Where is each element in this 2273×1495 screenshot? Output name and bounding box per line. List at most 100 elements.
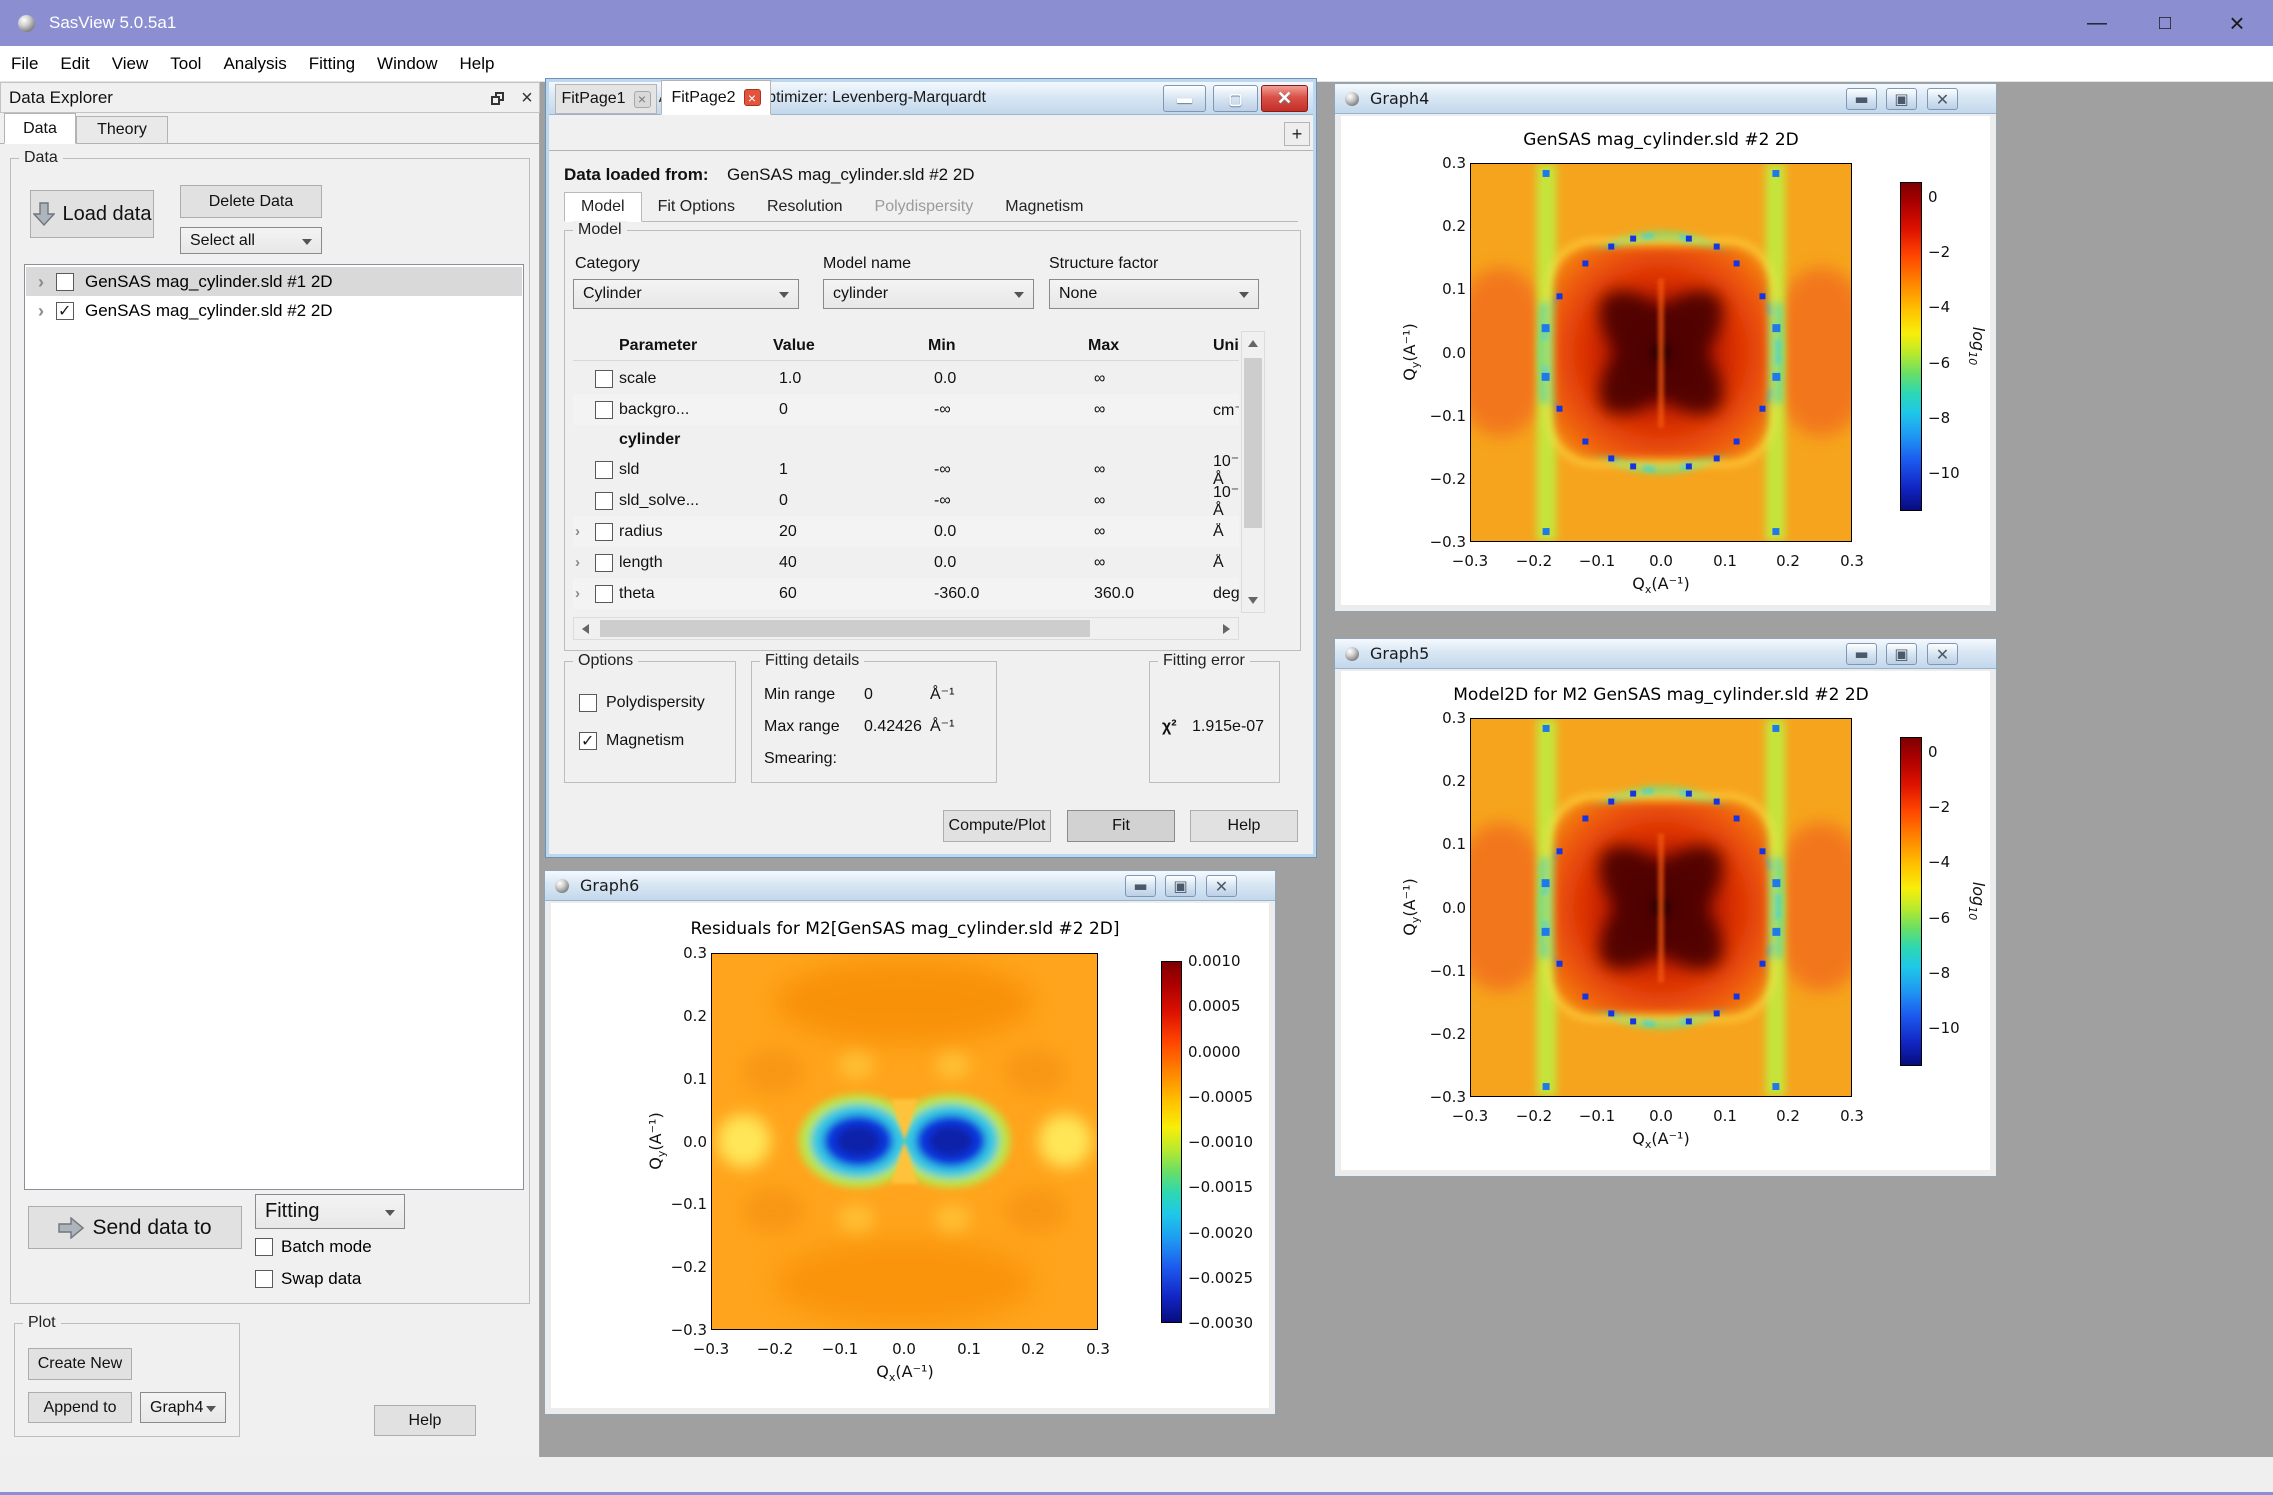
graph-close-button[interactable]: ✕ [1206,875,1237,897]
expand-icon[interactable]: › [38,302,44,320]
param-row-theta[interactable]: › theta 60 -360.0 360.0 degree [573,578,1239,609]
scroll-up-icon[interactable] [1248,340,1258,347]
tab-fitpage1[interactable]: FitPage1 × [555,84,657,114]
category-combo[interactable]: Cylinder [573,279,799,309]
close-button[interactable]: × [2205,0,2269,46]
graph-maximize-button[interactable]: ▣ [1886,88,1917,110]
scroll-down-icon[interactable] [1248,597,1258,604]
expand-icon[interactable]: › [575,524,580,539]
magnetism-checkbox[interactable] [579,732,597,750]
param-checkbox[interactable] [595,461,613,479]
param-row-background[interactable]: backgro... 0 -∞ ∞ cm⁻¹ [573,394,1239,425]
tab-theory[interactable]: Theory [76,116,168,144]
graph-minimize-button[interactable]: ▬ [1846,88,1877,110]
graph-maximize-button[interactable]: ▣ [1886,643,1917,665]
create-new-button[interactable]: Create New [28,1348,132,1380]
swap-data-checkbox[interactable] [255,1270,273,1288]
param-checkbox[interactable] [595,523,613,541]
fit-minimize-button[interactable]: ▬ [1163,85,1206,112]
param-row-length[interactable]: › length 40 0.0 ∞ Å [573,547,1239,578]
menu-fitting[interactable]: Fitting [298,46,366,82]
batch-mode-checkbox[interactable] [255,1238,273,1256]
subtab-model[interactable]: Model [564,192,642,222]
float-panel-icon[interactable] [486,88,508,109]
data-checkbox[interactable] [56,302,74,320]
scroll-right-icon[interactable] [1223,624,1230,634]
polydispersity-checkbox[interactable] [579,694,597,712]
param-checkbox[interactable] [595,554,613,572]
param-checkbox[interactable] [595,492,613,510]
main-titlebar: SasView 5.0.5a1 [0,0,2273,46]
data-tree-row[interactable]: › GenSAS mag_cylinder.sld #2 2D [26,296,522,325]
fit-maximize-button[interactable]: ▢ [1213,85,1258,112]
model-name-label: Model name [823,255,911,273]
expand-icon[interactable]: › [575,586,580,601]
expand-icon[interactable]: › [575,555,580,570]
param-checkbox[interactable] [595,585,613,603]
close-tab-icon[interactable]: × [634,91,651,108]
param-checkbox[interactable] [595,370,613,388]
graph6-heatmap [711,953,1098,1330]
scroll-left-icon[interactable] [582,624,589,634]
menu-window[interactable]: Window [366,46,448,82]
select-all-combo[interactable]: Select all [180,227,322,254]
tab-data[interactable]: Data [4,113,76,144]
graph4-title: Graph4 [1370,89,1429,108]
structure-factor-combo[interactable]: None [1049,279,1259,309]
param-row-sld[interactable]: sld 1 -∞ ∞ 10⁻⁶/Å [573,454,1239,485]
subtab-resolution[interactable]: Resolution [751,193,859,221]
param-row-sld-solvent[interactable]: sld_solve... 0 -∞ ∞ 10⁻⁶/Å [573,485,1239,516]
scroll-thumb[interactable] [600,620,1090,637]
data-checkbox[interactable] [56,273,74,291]
graph-maximize-button[interactable]: ▣ [1165,875,1196,897]
tab-fitpage2[interactable]: FitPage2 × [661,80,771,115]
scroll-thumb[interactable] [1244,358,1262,528]
param-vscrollbar[interactable] [1241,331,1265,613]
close-panel-icon[interactable]: × [516,88,538,109]
load-data-button[interactable]: Load data [30,190,154,238]
graph-close-button[interactable]: ✕ [1927,88,1958,110]
graph6-colorbar [1161,961,1182,1323]
model-name-combo[interactable]: cylinder [823,279,1034,309]
append-to-button[interactable]: Append to [28,1392,132,1423]
subtab-fit-options[interactable]: Fit Options [642,193,751,221]
param-hscrollbar[interactable] [573,617,1239,640]
menu-edit[interactable]: Edit [49,46,100,82]
param-checkbox[interactable] [595,401,613,419]
param-row-radius[interactable]: › radius 20 0.0 ∞ Å [573,516,1239,547]
send-data-to-button[interactable]: Send data to [28,1206,242,1249]
max-range-label: Max range [764,718,840,736]
chevron-down-icon [1014,292,1024,298]
menu-tool[interactable]: Tool [159,46,212,82]
param-table-header: Parameter Value Min Max Units [573,331,1239,361]
subtab-polydispersity[interactable]: Polydispersity [859,193,990,221]
fit-close-button[interactable]: ✕ [1261,85,1308,112]
compute-plot-button[interactable]: Compute/Plot [943,810,1051,842]
append-target-combo[interactable]: Graph4 [140,1392,226,1423]
fit-button[interactable]: Fit [1067,810,1175,842]
data-tree-row[interactable]: › GenSAS mag_cylinder.sld #1 2D [26,267,522,296]
delete-data-button[interactable]: Delete Data [180,185,322,218]
menu-help[interactable]: Help [449,46,506,82]
maximize-button[interactable]: □ [2133,0,2197,46]
menu-analysis[interactable]: Analysis [212,46,297,82]
send-target-combo[interactable]: Fitting [255,1194,405,1229]
menu-file[interactable]: File [0,46,49,82]
fit-help-button[interactable]: Help [1190,810,1298,842]
explorer-help-button[interactable]: Help [374,1405,476,1436]
batch-mode-option: Batch mode [255,1237,372,1257]
send-arrow-icon [58,1217,84,1239]
subtab-magnetism[interactable]: Magnetism [989,193,1099,221]
minimize-button[interactable]: — [2065,0,2129,46]
param-row-scale[interactable]: scale 1.0 0.0 ∞ [573,363,1239,394]
expand-icon[interactable]: › [38,273,44,291]
graph-minimize-button[interactable]: ▬ [1125,875,1156,897]
graph-minimize-button[interactable]: ▬ [1846,643,1877,665]
menu-view[interactable]: View [101,46,160,82]
close-tab-icon[interactable]: × [744,89,761,106]
data-explorer-title: Data Explorer [9,88,113,108]
x-axis-label: Qx(A⁻¹) [1632,1129,1689,1151]
add-fitpage-button[interactable]: + [1284,122,1310,146]
graph-close-button[interactable]: ✕ [1927,643,1958,665]
chi2-value: 1.915e-07 [1192,718,1264,736]
